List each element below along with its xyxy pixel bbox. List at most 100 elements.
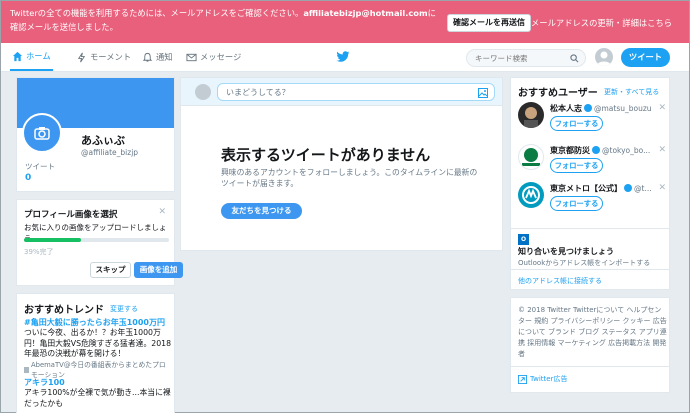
compose-placeholder[interactable]: いまどうしてる？ [226,87,290,98]
twitter-ads-link[interactable]: Twitter広告 [518,374,567,384]
nav-moments[interactable]: モーメント [76,43,131,71]
trend-item[interactable]: #亀田大毅に勝ったらお年玉1000万円 ついに今夜、出るか！？お年玉1000万円… [24,318,172,380]
empty-description: 興味のあるアカウントをフォローしましょう。このタイムラインに最新のツイートが届き… [221,168,478,188]
follow-button[interactable]: フォローする [550,116,603,131]
add-image-button[interactable]: 画像を追加 [134,262,183,278]
resend-email-button[interactable]: 確認メールを再送信 [447,14,531,32]
search-box[interactable] [466,49,586,67]
wtf-update-link[interactable]: 更新・すべて見る [604,87,659,97]
who-to-follow: おすすめユーザー 更新・すべて見る 松本人志 @matsu_bouzu フォローす… [510,77,670,290]
top-nav: ホーム モーメント 通知 メッセージ ツイート [1,43,689,72]
user-name[interactable]: 東京都防災 [550,146,590,155]
nav-moments-label: モーメント [90,52,132,62]
nav-notifications[interactable]: 通知 [142,43,173,71]
compose-area: いまどうしてる？ [181,78,502,106]
user-avatar[interactable] [595,48,613,66]
connect-address-book-link[interactable]: 他のアドレス帳に接続する [518,276,602,286]
ads-icon [518,374,527,384]
trend-tag[interactable]: #亀田大毅に勝ったらお年玉1000万円 [24,318,172,328]
tweets-label[interactable]: ツイート [25,161,55,172]
user-name-line[interactable]: 東京メトロ【公式】 @t... [550,183,652,194]
trends-change-link[interactable]: 変更する [110,304,138,314]
close-icon[interactable]: ✕ [158,207,166,217]
bell-icon [142,52,153,62]
promoted-icon [24,366,30,373]
banner-message-prefix: Twitterの全ての機能を利用するためには、メールアドレスをご確認ください。 [10,8,304,18]
user-handle[interactable]: @tokyo_bo... [602,146,650,155]
envelope-icon [186,53,197,61]
home-icon [12,51,23,61]
dismiss-icon[interactable]: ✕ [658,103,666,113]
user-avatar[interactable] [518,102,544,128]
search-icon[interactable] [570,54,579,63]
outlook-icon: O [518,234,529,245]
lightning-icon [77,52,86,62]
trends-title: おすすめトレンド [24,305,104,316]
nav-home[interactable]: ホーム [10,43,53,71]
tokyo-metro-logo-icon [522,186,540,204]
nav-messages[interactable]: メッセージ [186,43,241,71]
suggested-user: 東京メトロ【公式】 @t... フォローする ✕ [518,182,666,222]
trend-tag[interactable]: アキラ100 [24,378,172,388]
trend-source-text: AbemaTV@今日の番組表からまとめたプロモーション [31,360,166,379]
verified-icon [584,104,592,112]
dismiss-icon[interactable]: ✕ [658,183,666,193]
progress-bar [24,238,169,242]
profile-card: あふぃぶ @affiliate_bizjp ツイート 0 [16,77,175,192]
progress-fill [24,238,81,242]
twitter-ads-label[interactable]: Twitter広告 [530,374,567,384]
trend-desc: アキラ100%が全裸で気が動き...本当に裸だったかも [24,388,171,408]
trend-desc: ついに今夜、出るか！？お年玉1000万円！亀田大毅VS危険すぎる猛者達。2018… [24,328,172,358]
search-input[interactable] [475,50,570,66]
profile-name[interactable]: あふぃぶ [81,132,125,148]
email-confirm-banner: Twitterの全ての機能を利用するためには、メールアドレスをご確認ください。a… [1,1,689,43]
twitter-bird-icon[interactable] [336,51,350,63]
find-people-desc[interactable]: Outlookからアドレス帳をインポートする [518,258,650,268]
dismiss-icon[interactable]: ✕ [658,145,666,155]
user-handle[interactable]: @matsu_bouzu [594,104,652,113]
suggested-user: 東京都防災 @tokyo_bo... フォローする ✕ [518,144,666,184]
follow-button[interactable]: フォローする [550,196,603,211]
user-name[interactable]: 東京メトロ【公式】 [550,184,622,193]
find-people-title[interactable]: 知り合いを見つけましょう [518,246,614,257]
trend-item[interactable]: アキラ100 アキラ100%が全裸で気が動き...本当に裸だったかも [24,378,172,409]
skip-button[interactable]: スキップ [90,262,131,278]
profile-handle[interactable]: @affiliate_bizjp [81,148,138,157]
prompt-title: プロフィール画像を選択 [24,210,118,220]
camera-icon [34,127,50,140]
footer-links[interactable]: © 2018 Twitter Twitterについて ヘルプセンター 規約 プラ… [518,305,668,360]
trend-source: AbemaTV@今日の番組表からまとめたプロモーション [24,360,172,380]
divider [511,269,669,270]
profile-picture[interactable] [22,113,62,153]
wtf-title: おすすめユーザー [518,88,598,99]
nav-messages-label: メッセージ [200,52,242,62]
find-friends-button[interactable]: 友だちを見つける [221,203,302,219]
nav-home-label: ホーム [26,51,51,61]
footer-card: © 2018 Twitter Twitterについて ヘルプセンター 規約 プラ… [510,297,670,393]
tweets-count[interactable]: 0 [25,173,31,183]
divider [511,366,669,367]
timeline: いまどうしてる？ 表示するツイートがありません 興味のあるアカウントをフォローし… [180,77,503,251]
user-avatar[interactable] [518,182,544,208]
empty-title: 表示するツイートがありません [221,146,431,164]
tokyo-bousai-logo-icon [522,148,540,166]
compose-avatar [195,84,211,100]
banner-email: affiliatebizjp@hotmail.com [303,8,428,18]
trends-card: おすすめトレンド 変更する #亀田大毅に勝ったらお年玉1000万円 ついに今夜、… [16,293,175,413]
divider [511,228,669,229]
user-name[interactable]: 松本人志 [550,104,582,113]
tweet-button[interactable]: ツイート [621,48,670,67]
user-handle[interactable]: @t... [634,184,652,193]
follow-button[interactable]: フォローする [550,158,603,173]
update-email-link[interactable]: メールアドレスの更新・詳細はこちら [531,17,672,29]
verified-icon [592,146,600,154]
user-name-line[interactable]: 松本人志 @matsu_bouzu [550,103,652,114]
person-avatar-icon [524,107,538,128]
user-name-line[interactable]: 東京都防災 @tokyo_bo... [550,145,650,156]
compose-box[interactable]: いまどうしてる？ [217,83,495,101]
user-avatar[interactable] [518,144,544,170]
progress-label: 39%完了 [24,248,54,256]
image-icon[interactable] [478,88,488,98]
default-avatar-icon [597,51,611,66]
profile-image-prompt: プロフィール画像を選択 ✕ お気に入りの画像をアップロードしましょう。 39%完… [16,199,183,286]
